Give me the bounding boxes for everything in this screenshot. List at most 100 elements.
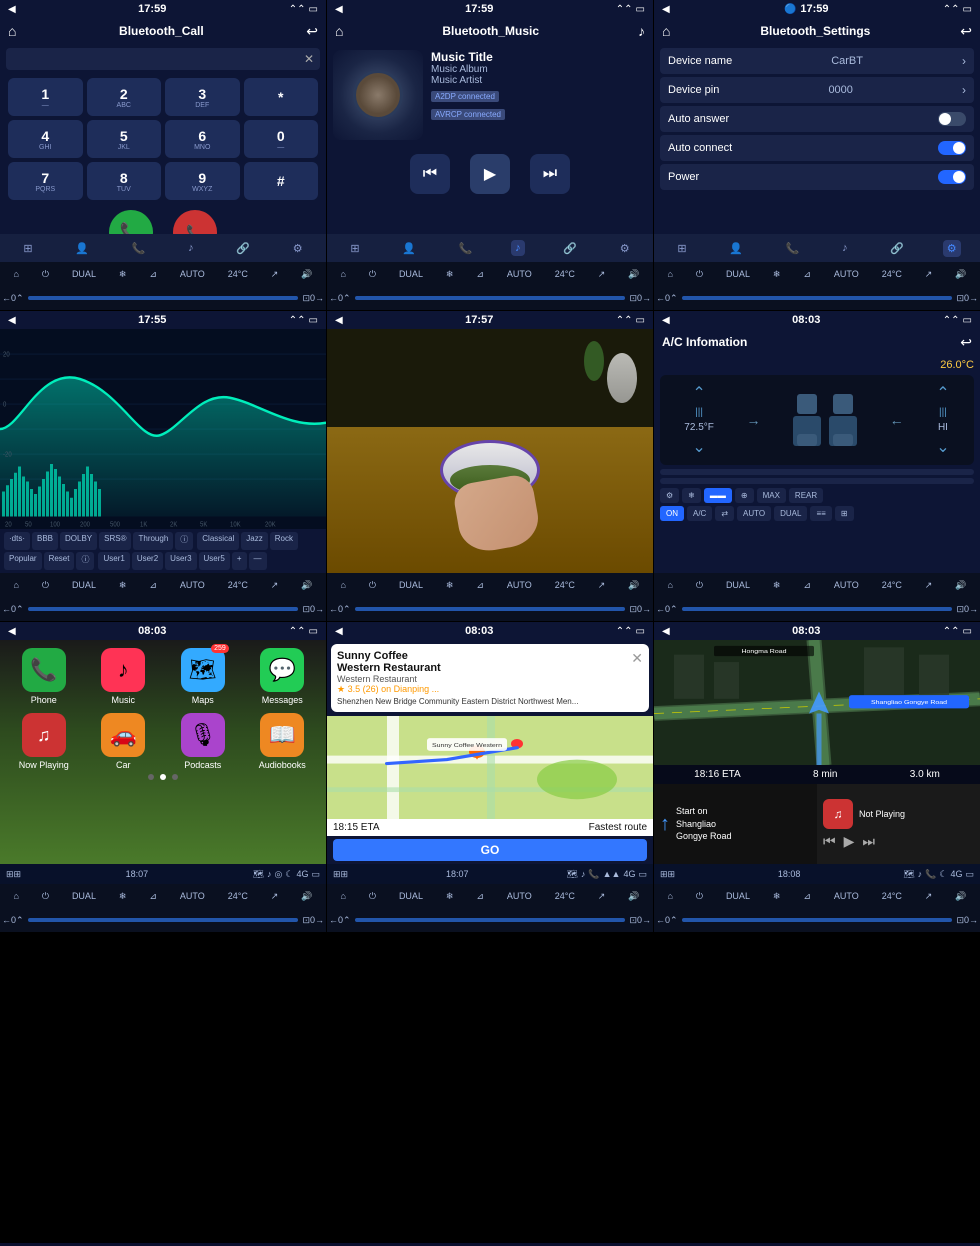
ec2-slider[interactable]	[28, 607, 299, 611]
home-icon-settings[interactable]: ⌂	[662, 23, 670, 39]
ac-slider-ctrl[interactable]: ▬▬	[704, 488, 732, 503]
ac-recirc-btn[interactable]: ⇄	[715, 506, 734, 521]
sc2-rear[interactable]: ⊡	[956, 293, 964, 304]
dot-2[interactable]	[160, 774, 166, 780]
cp-maps[interactable]: 🗺 259 Maps	[167, 648, 239, 705]
mc2-fwd[interactable]: →	[642, 293, 651, 303]
mc-power[interactable]: ⏻	[369, 269, 376, 280]
back-icon-9[interactable]: ◀	[662, 626, 670, 637]
mnav-music[interactable]: ♪	[511, 240, 525, 256]
acc-vol[interactable]: 🔊	[955, 580, 966, 591]
ec-ac[interactable]: ❄	[119, 580, 127, 591]
nc-home[interactable]: ⌂	[340, 891, 345, 901]
ac-fan-speed[interactable]: ⊕	[735, 488, 754, 503]
ec-power[interactable]: ⏻	[42, 580, 49, 591]
eq-detail[interactable]: ⓘ	[76, 552, 94, 570]
nc-fan[interactable]: ⊿	[476, 891, 484, 902]
np-next[interactable]: ⏭	[862, 833, 875, 850]
sc-power[interactable]: ⏻	[696, 269, 703, 280]
snav-music[interactable]: ♪	[838, 240, 852, 256]
acc2-back[interactable]: ←	[656, 604, 665, 614]
ac-fan-icon[interactable]: ❄	[682, 488, 701, 503]
nav-phone-icon[interactable]: 📞	[128, 240, 150, 257]
nav-map[interactable]: Sunny Coffee Western	[327, 716, 653, 819]
close-nav-card[interactable]: ✕	[631, 650, 643, 667]
dial-key-2[interactable]: 2ABC	[87, 78, 162, 116]
eq-plus[interactable]: +	[232, 552, 247, 570]
ec2-fwd[interactable]: →	[315, 604, 324, 614]
mnav-link[interactable]: 🔗	[559, 240, 581, 257]
nc2-fan2[interactable]: ⌃	[343, 915, 351, 926]
eq-srs[interactable]: SRS®	[99, 532, 131, 550]
ac-grid-btn[interactable]: ⊞	[835, 506, 854, 521]
mnav-settings[interactable]: ⚙	[616, 240, 634, 257]
dial-key-3[interactable]: 3DEF	[165, 78, 240, 116]
cpc2-slider[interactable]	[28, 918, 299, 922]
mc-steer[interactable]: ↗	[598, 269, 606, 280]
cl2-slider[interactable]	[28, 296, 299, 300]
back-icon-ac[interactable]: ↩	[960, 334, 972, 351]
sc2-fwd[interactable]: →	[969, 293, 978, 303]
cp-audiobooks[interactable]: 📖 Audiobooks	[247, 713, 319, 770]
sc-steer[interactable]: ↗	[925, 269, 933, 280]
ec-fan[interactable]: ⊿	[149, 580, 157, 591]
cl-power[interactable]: ⏻	[42, 269, 49, 280]
music-icon[interactable]: ♪	[638, 23, 645, 39]
cpc-home[interactable]: ⌂	[13, 891, 18, 901]
cpc-steer[interactable]: ↗	[271, 891, 279, 902]
ntc-fan[interactable]: ⊿	[803, 891, 811, 902]
sc-vol[interactable]: 🔊	[955, 269, 966, 280]
video-display[interactable]	[327, 329, 653, 573]
nc-vol[interactable]: 🔊	[628, 891, 639, 902]
nav-music-icon[interactable]: ♪	[184, 240, 198, 256]
vc-power[interactable]: ⏻	[369, 580, 376, 591]
vc2-fan2[interactable]: ⌃	[343, 604, 351, 615]
back-icon-call[interactable]: ↩	[306, 23, 318, 40]
ac-on-btn[interactable]: ON	[660, 506, 684, 521]
sc2-slider[interactable]	[682, 296, 953, 300]
acc2-rear[interactable]: ⊡	[956, 604, 964, 615]
power-toggle[interactable]	[938, 170, 966, 184]
auto-connect-toggle[interactable]	[938, 141, 966, 155]
eq-rock[interactable]: Rock	[270, 532, 298, 550]
sc-fan[interactable]: ⊿	[803, 269, 811, 280]
cp-messages[interactable]: 💬 Messages	[247, 648, 319, 705]
acc-fan[interactable]: ⊿	[803, 580, 811, 591]
vc-steer[interactable]: ↗	[598, 580, 606, 591]
ec-home[interactable]: ⌂	[13, 580, 18, 590]
nav-settings-icon[interactable]: ⚙	[289, 240, 307, 257]
cl-home[interactable]: ⌂	[13, 269, 18, 279]
nc2-slider[interactable]	[355, 918, 626, 922]
eq-user2[interactable]: User2	[132, 552, 163, 570]
ac-defrost-btn[interactable]: ≡≡	[810, 506, 831, 521]
cp-grid-btn[interactable]: ⊞⊞	[6, 869, 21, 880]
ac-gear[interactable]: ⚙	[660, 488, 679, 503]
dial-key-0[interactable]: 0—	[244, 120, 319, 158]
acc-home[interactable]: ⌂	[667, 580, 672, 590]
vc2-rear[interactable]: ⊡	[629, 604, 637, 615]
eq-through[interactable]: Through	[133, 532, 173, 550]
back-icon-6[interactable]: ◀	[662, 315, 670, 326]
ntc2-rear[interactable]: ⊡	[956, 915, 964, 926]
nc2-rear[interactable]: ⊡	[629, 915, 637, 926]
dial-key-5[interactable]: 5JKL	[87, 120, 162, 158]
cl-ac[interactable]: ❄	[119, 269, 127, 280]
acc-power[interactable]: ⏻	[696, 580, 703, 591]
snav-grid[interactable]: ⊞	[673, 240, 690, 257]
cl-steer[interactable]: ↗	[271, 269, 279, 280]
ac-max[interactable]: MAX	[757, 488, 786, 503]
cpc2-back[interactable]: ←	[2, 915, 11, 925]
mc-fan[interactable]: ⊿	[476, 269, 484, 280]
mc-ac[interactable]: ❄	[446, 269, 454, 280]
ec2-rear[interactable]: ⊡	[302, 604, 310, 615]
nav-grid-icon[interactable]: ⊞	[19, 240, 36, 257]
mc2-rear[interactable]: ⊡	[629, 293, 637, 304]
dial-key-hash[interactable]: #	[244, 162, 319, 200]
ntc2-fan2[interactable]: ⌃	[670, 915, 678, 926]
nc-power[interactable]: ⏻	[369, 891, 376, 902]
eq-user5[interactable]: User5	[199, 552, 230, 570]
eq-popular[interactable]: Popular	[4, 552, 42, 570]
device-name-row[interactable]: Device name CarBT ›	[660, 48, 974, 74]
mnav-contact[interactable]: 👤	[398, 240, 420, 257]
cp-music[interactable]: ♪ Music	[88, 648, 160, 705]
